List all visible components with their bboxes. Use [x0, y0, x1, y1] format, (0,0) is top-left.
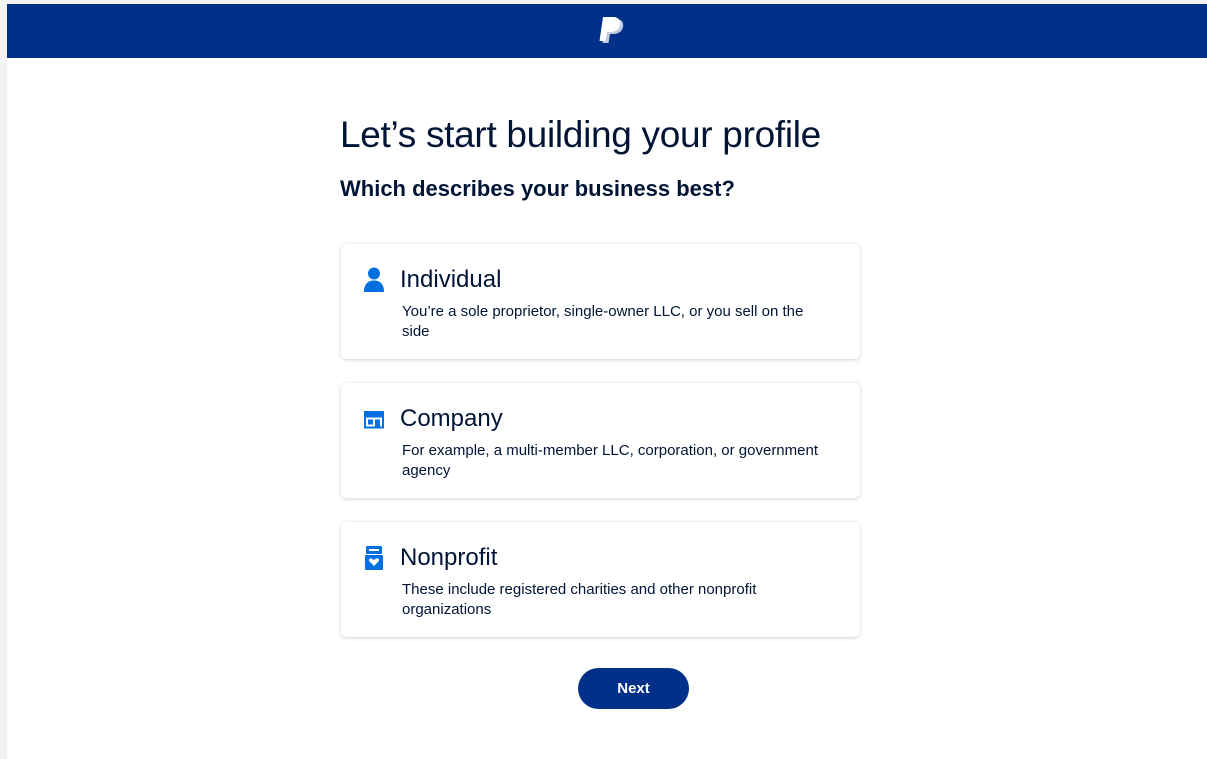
person-icon: [364, 267, 384, 292]
storefront-icon: [364, 411, 384, 429]
option-description: For example, a multi-member LLC, corpora…: [402, 442, 819, 479]
paypal-logo-icon[interactable]: [597, 16, 627, 46]
header-bar: [7, 4, 1207, 58]
next-button[interactable]: Next: [578, 668, 689, 709]
charity-icon: [365, 546, 383, 570]
option-description: You’re a sole proprietor, single-owner L…: [402, 303, 804, 340]
page: Let’s start building your profile Which …: [7, 4, 1207, 759]
page-title: Let’s start building your profile: [340, 114, 821, 155]
option-company[interactable]: Company For example, a multi-member LLC,…: [341, 383, 860, 498]
option-nonprofit[interactable]: Nonprofit These include registered chari…: [341, 522, 860, 637]
option-description: These include registered charities and o…: [402, 581, 757, 618]
option-title: Individual: [400, 266, 502, 293]
option-individual[interactable]: Individual You’re a sole proprietor, sin…: [341, 244, 860, 359]
page-subtitle: Which describes your business best?: [340, 176, 735, 201]
option-title: Nonprofit: [400, 544, 498, 571]
option-title: Company: [400, 405, 503, 432]
